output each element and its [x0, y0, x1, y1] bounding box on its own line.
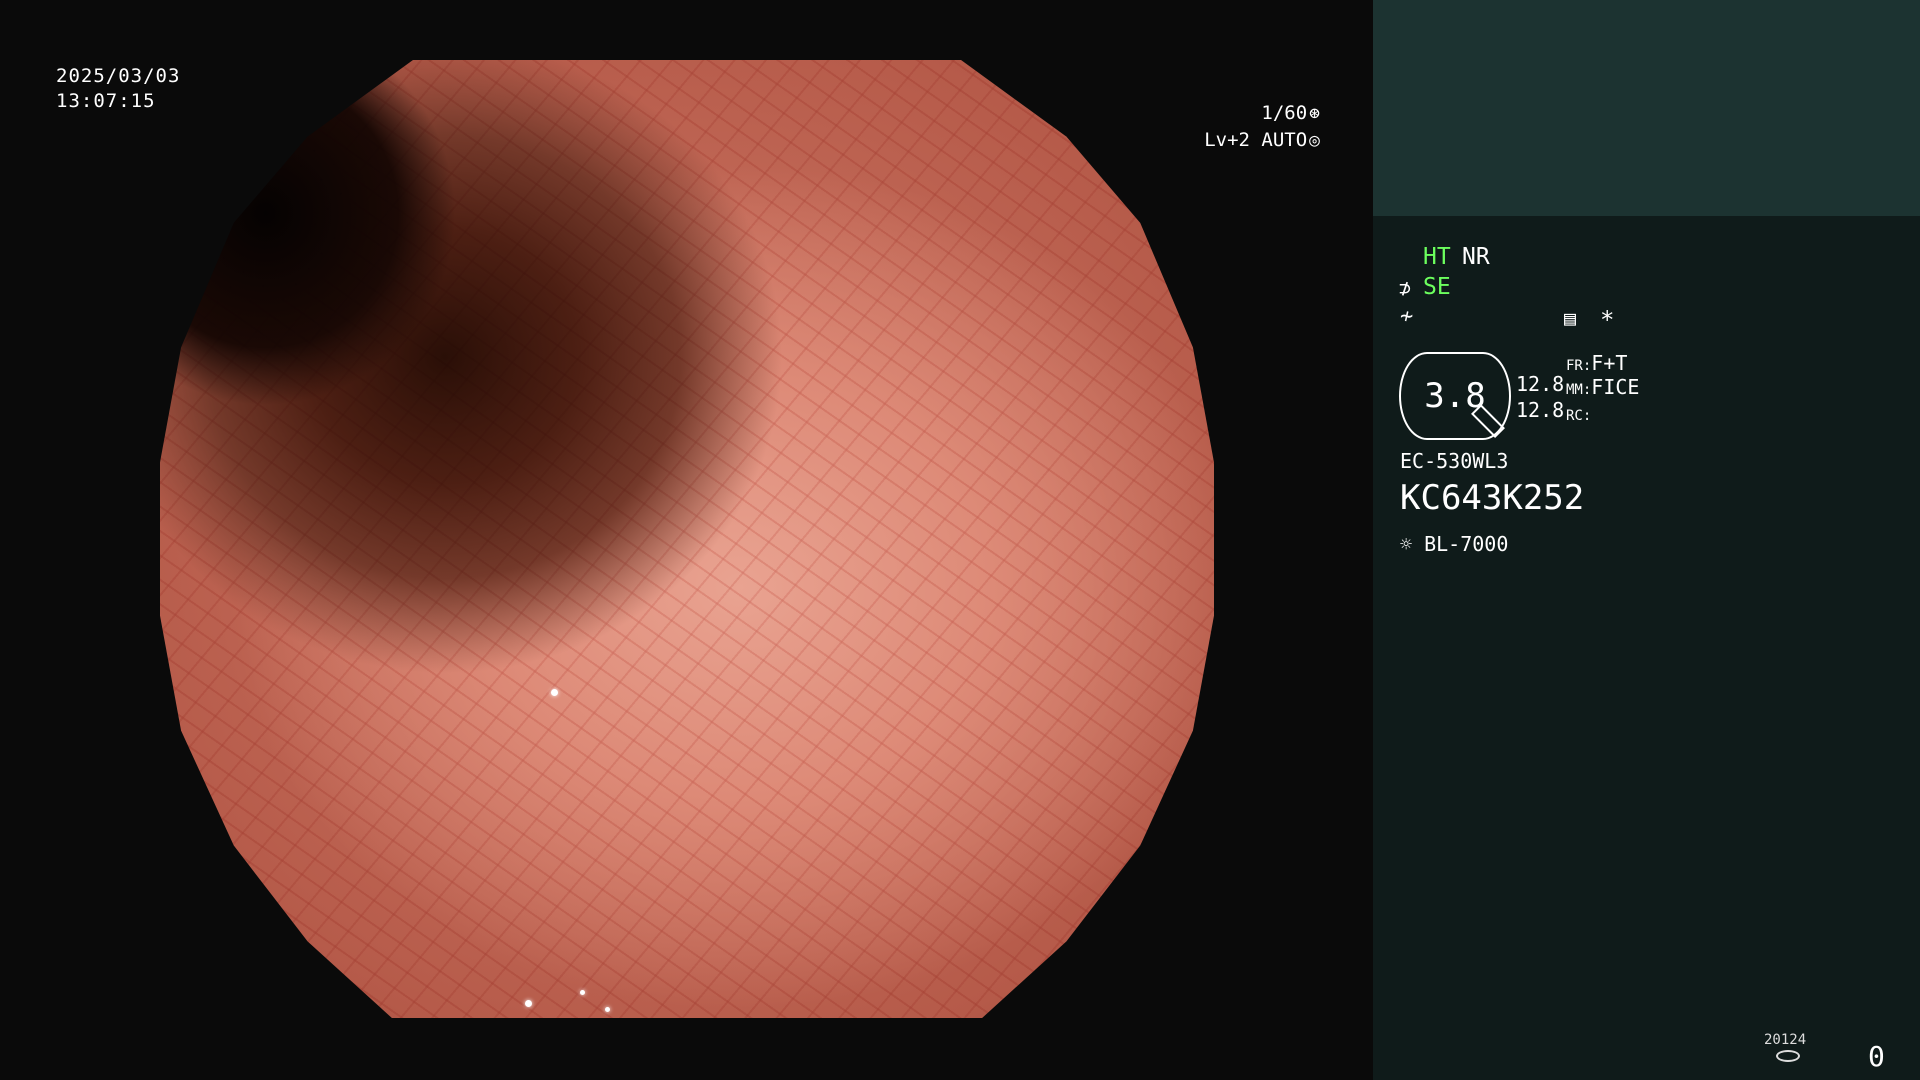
color-tone-icon: ≁	[1400, 304, 1414, 329]
asterisk-indicator: *	[1600, 306, 1615, 334]
light-reflection	[605, 1007, 610, 1012]
nr-indicator: NR	[1462, 244, 1490, 270]
status-panel-header	[1373, 0, 1920, 216]
date-text: 2025/03/03	[56, 65, 181, 87]
shutter-speed: 1/60	[1261, 102, 1308, 124]
storage-counter: 20124	[1764, 1032, 1807, 1048]
auto-iris-icon: ◎	[1309, 130, 1320, 151]
time-text: 13:07:15	[56, 90, 156, 112]
light-reflection	[525, 1000, 532, 1007]
light-reflection	[551, 689, 558, 696]
brightness-level: Lv+2 AUTO	[1204, 129, 1308, 151]
rc-row: RC:	[1566, 400, 1591, 426]
fr-label: FR:	[1566, 358, 1592, 374]
stat-value-2: 12.8	[1516, 398, 1565, 422]
capture-count: 0	[1868, 1040, 1885, 1073]
endoscopic-image	[160, 60, 1214, 1018]
fr-row: FR:F+T	[1566, 350, 1627, 376]
mm-row: MM:FICE	[1566, 374, 1639, 400]
vascular-pattern	[160, 60, 1214, 1018]
light-source-model: BL-7000	[1424, 532, 1509, 556]
exposure-readout: 1/60 ⊛ Lv+2 AUTO ◎	[1180, 100, 1320, 154]
se-indicator: SE	[1423, 274, 1451, 300]
ht-indicator: HT	[1423, 244, 1451, 270]
light-reflection	[580, 990, 585, 995]
datetime-readout: 2025/03/03 13:07:15	[56, 64, 180, 114]
light-source-icon: ☼	[1400, 532, 1413, 556]
stat-value-1: 12.8	[1516, 372, 1565, 396]
fr-value: F+T	[1591, 351, 1628, 375]
scope-serial: KC643K252	[1400, 478, 1585, 518]
mm-label: MM:	[1566, 382, 1592, 398]
mm-value: FICE	[1591, 375, 1640, 399]
structure-enhance-icon: ⊅	[1399, 276, 1412, 300]
rc-label: RC:	[1566, 408, 1592, 424]
scope-model: EC-530WL3	[1400, 449, 1509, 473]
storage-icon	[1776, 1050, 1800, 1062]
light-source-readout: ☼ BL-7000	[1400, 532, 1508, 556]
endoscope-view: 2025/03/03 13:07:15 1/60 ⊛ Lv+2 AUTO ◎	[0, 0, 1373, 1080]
aperture-icon: ⊛	[1309, 103, 1320, 124]
image-settings-icon: ▤	[1564, 306, 1577, 330]
